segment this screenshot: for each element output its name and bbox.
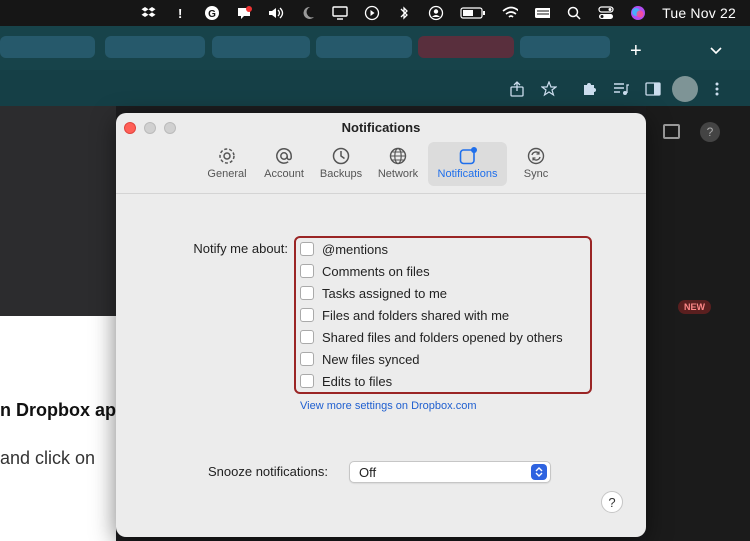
browser-tab[interactable] xyxy=(418,36,514,58)
playlist-icon[interactable] xyxy=(612,80,630,98)
star-icon[interactable] xyxy=(540,80,558,98)
dialog-title: Notifications xyxy=(341,120,421,135)
option-label: Files and folders shared with me xyxy=(322,307,510,323)
option-new-files-synced[interactable]: New files synced xyxy=(300,350,420,368)
option-mentions[interactable]: @mentions xyxy=(300,240,388,258)
help-circle-icon[interactable]: ? xyxy=(700,122,720,142)
updown-chevron-icon xyxy=(531,464,547,480)
new-badge: NEW xyxy=(678,300,711,314)
option-shared-with-me[interactable]: Files and folders shared with me xyxy=(300,306,509,324)
option-label: Comments on files xyxy=(322,263,430,279)
preferences-dialog: Notifications General Account Backups Ne… xyxy=(116,113,646,537)
option-label: Tasks assigned to me xyxy=(322,285,448,301)
tab-label: Backups xyxy=(319,168,363,180)
snooze-label: Snooze notifications: xyxy=(208,464,328,479)
checkbox[interactable] xyxy=(300,242,314,256)
sidebar-icon[interactable] xyxy=(644,80,662,98)
option-opened-by-others[interactable]: Shared files and folders opened by other… xyxy=(300,328,563,346)
siri-icon[interactable] xyxy=(630,5,646,21)
search-icon[interactable] xyxy=(566,5,582,21)
background-page-panel xyxy=(0,106,116,316)
chat-icon[interactable] xyxy=(236,5,253,21)
at-icon xyxy=(273,145,295,167)
tab-sync[interactable]: Sync xyxy=(513,142,559,186)
option-comments-on-files[interactable]: Comments on files xyxy=(300,262,430,280)
tab-backups[interactable]: Backups xyxy=(314,142,368,186)
tab-label: Network xyxy=(377,168,419,180)
background-page-heading: n Dropbox ap xyxy=(0,400,116,420)
wifi-icon[interactable] xyxy=(502,5,519,21)
option-tasks-assigned[interactable]: Tasks assigned to me xyxy=(300,284,447,302)
volume-icon[interactable] xyxy=(268,5,284,21)
globe-icon xyxy=(387,145,409,167)
checkbox[interactable] xyxy=(300,352,314,366)
gear-icon xyxy=(216,145,238,167)
new-tab-icon[interactable]: + xyxy=(630,40,642,63)
checkbox[interactable] xyxy=(300,286,314,300)
tab-notifications[interactable]: Notifications xyxy=(428,142,507,186)
snooze-value: Off xyxy=(359,464,377,480)
preferences-toolbar: General Account Backups Network Notifica… xyxy=(116,141,646,193)
sync-icon xyxy=(525,145,547,167)
tab-account[interactable]: Account xyxy=(259,142,309,186)
background-page-text: and click on xyxy=(0,448,96,468)
display-icon[interactable] xyxy=(332,5,348,21)
checkbox[interactable] xyxy=(300,264,314,278)
extensions-icon[interactable] xyxy=(580,80,598,98)
tab-label: Notifications xyxy=(437,168,498,180)
keyboard-icon[interactable] xyxy=(534,5,551,21)
background-page-right xyxy=(646,106,750,541)
more-settings-link[interactable]: View more settings on Dropbox.com xyxy=(300,400,477,412)
control-center-icon[interactable] xyxy=(598,5,614,21)
option-label: New files synced xyxy=(322,351,420,367)
inbox-icon[interactable] xyxy=(663,124,680,139)
bluetooth-icon[interactable] xyxy=(396,5,412,21)
clock-icon xyxy=(330,145,352,167)
help-button[interactable]: ? xyxy=(601,491,623,513)
play-icon[interactable] xyxy=(364,5,380,21)
background-page: n Dropbox ap and click on xyxy=(0,106,116,541)
user-icon[interactable] xyxy=(428,5,444,21)
browser-tab[interactable] xyxy=(212,36,310,58)
checkbox[interactable] xyxy=(300,374,314,388)
svg-text:G: G xyxy=(208,9,216,20)
snooze-select[interactable]: Off xyxy=(349,461,551,483)
tab-network[interactable]: Network xyxy=(372,142,424,186)
option-label: Shared files and folders opened by other… xyxy=(322,329,563,345)
browser-tab[interactable] xyxy=(0,36,95,58)
app-icon[interactable]: ! xyxy=(172,5,188,21)
moon-icon[interactable] xyxy=(300,5,316,21)
avatar[interactable] xyxy=(672,76,698,102)
tab-label: Account xyxy=(264,168,304,180)
tab-general[interactable]: General xyxy=(202,142,252,186)
browser-tab[interactable] xyxy=(520,36,610,58)
toolbar-divider xyxy=(116,193,646,194)
browser-tab[interactable] xyxy=(316,36,412,58)
chevron-down-icon[interactable] xyxy=(710,42,722,58)
checkbox[interactable] xyxy=(300,330,314,344)
dropbox-icon[interactable] xyxy=(140,5,156,21)
grammarly-icon[interactable]: G xyxy=(204,5,220,21)
option-edits-to-files[interactable]: Edits to files xyxy=(300,372,392,390)
share-icon[interactable] xyxy=(508,80,526,98)
option-label: Edits to files xyxy=(322,373,393,389)
menu-bar: ! G Tue Nov 22 xyxy=(0,0,750,26)
notification-icon xyxy=(457,145,479,167)
browser-toolbar xyxy=(0,70,750,106)
battery-icon[interactable] xyxy=(460,5,486,21)
menu-bar-date[interactable]: Tue Nov 22 xyxy=(662,5,736,21)
notify-label: Notify me about: xyxy=(193,241,288,256)
menu-icon[interactable] xyxy=(708,80,726,98)
tab-label: Sync xyxy=(523,168,549,180)
checkbox[interactable] xyxy=(300,308,314,322)
browser-tab[interactable] xyxy=(105,36,205,58)
option-label: @mentions xyxy=(322,241,388,257)
tab-label: General xyxy=(207,168,247,180)
